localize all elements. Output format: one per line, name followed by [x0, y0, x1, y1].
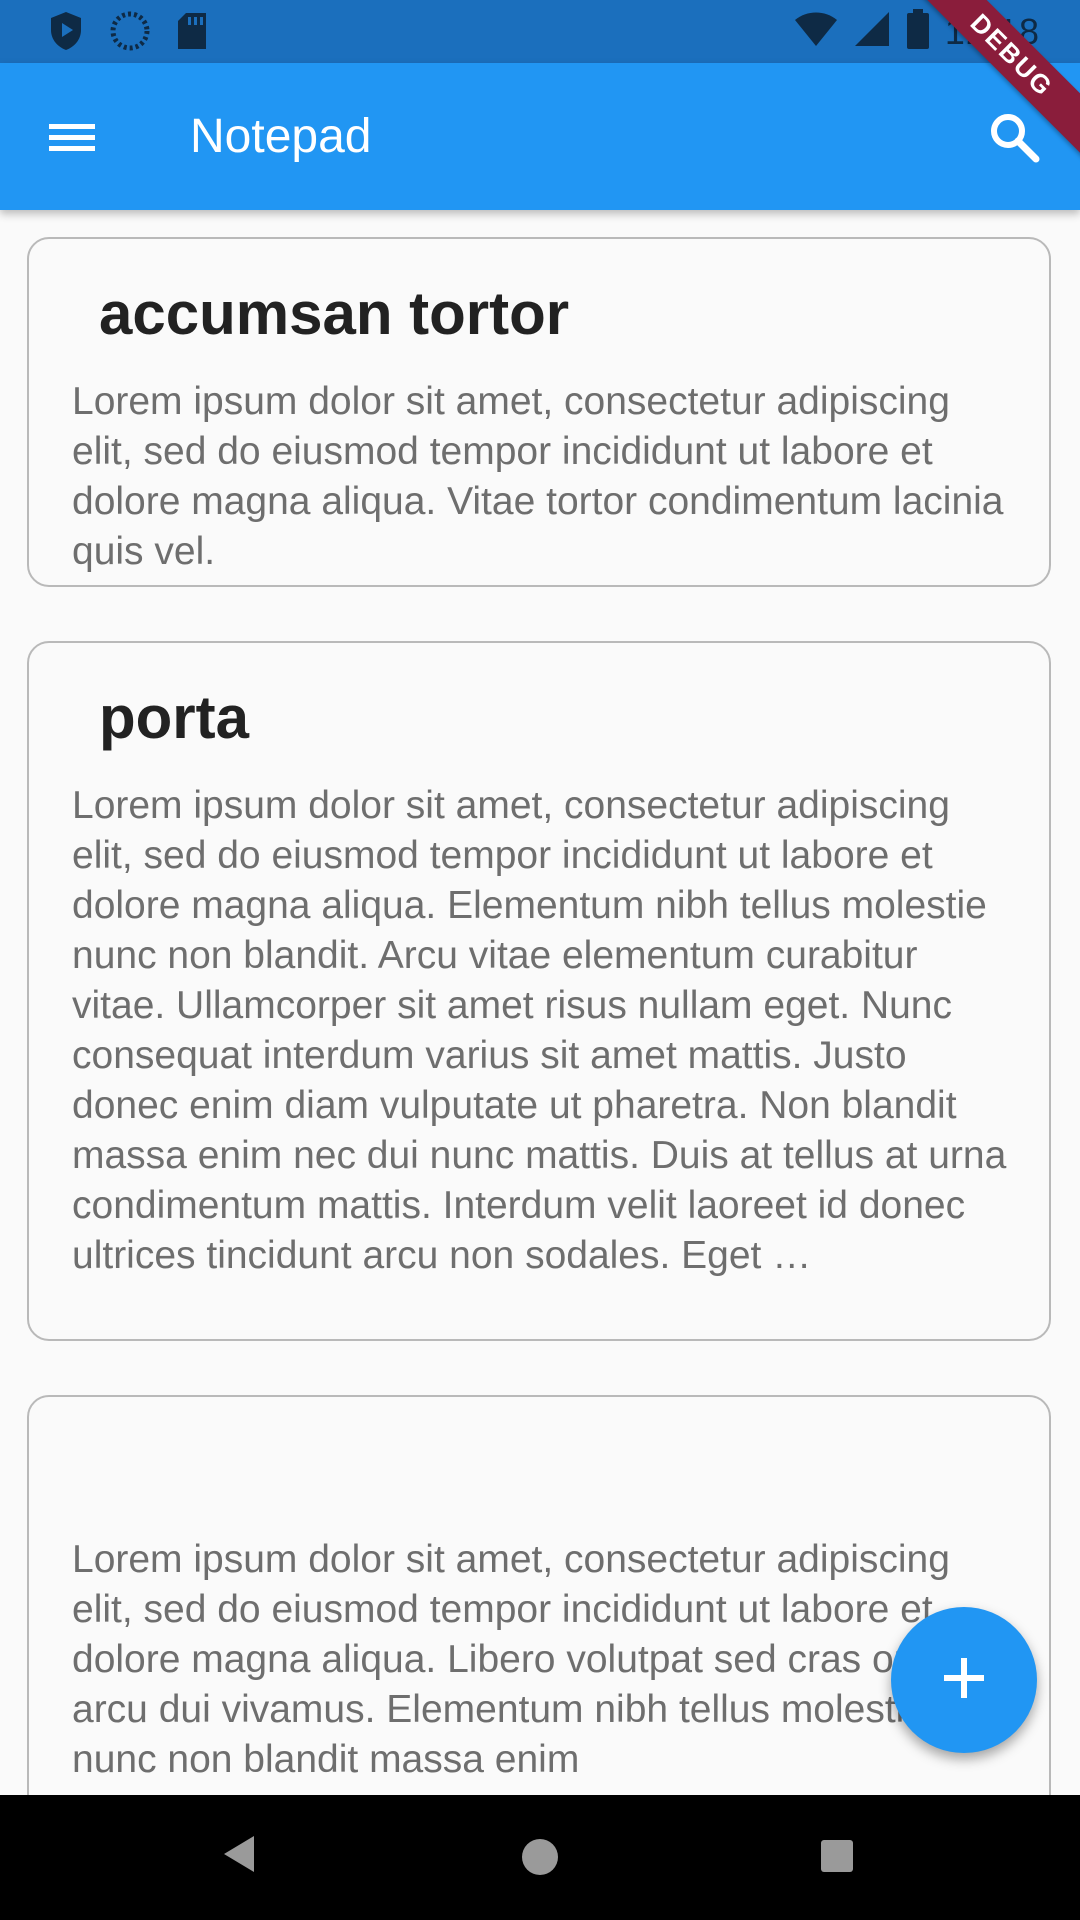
navigation-bar: [0, 1795, 1080, 1920]
search-icon: [982, 114, 1046, 173]
note-body: Lorem ipsum dolor sit amet, consectetur …: [72, 1538, 985, 1781]
add-note-button[interactable]: [891, 1607, 1037, 1753]
sync-icon: [110, 11, 150, 56]
home-icon[interactable]: [522, 1839, 558, 1875]
note-list[interactable]: accumsan tortor Lorem ipsum dolor sit am…: [0, 210, 1080, 1795]
note-title: porta: [99, 684, 249, 751]
back-icon[interactable]: [220, 1833, 256, 1880]
sd-card-icon: [176, 11, 208, 56]
wifi-icon: [793, 10, 839, 53]
note-card[interactable]: accumsan tortor Lorem ipsum dolor sit am…: [27, 237, 1051, 587]
note-body: Lorem ipsum dolor sit amet, consectetur …: [72, 784, 1007, 1277]
shield-icon: [48, 10, 84, 57]
note-title: accumsan tortor: [99, 280, 570, 347]
status-bar: 12:18: [0, 0, 1080, 63]
note-card[interactable]: Lorem ipsum dolor sit amet, consectetur …: [27, 1395, 1051, 1795]
recents-icon[interactable]: [821, 1840, 853, 1872]
app-bar: Notepad: [0, 63, 1080, 210]
app-title: Notepad: [190, 110, 372, 163]
battery-icon: [905, 8, 931, 55]
note-card[interactable]: porta Lorem ipsum dolor sit amet, consec…: [27, 641, 1051, 1341]
menu-icon: [42, 124, 102, 171]
search-button[interactable]: [982, 105, 1046, 169]
note-body: Lorem ipsum dolor sit amet, consectetur …: [72, 380, 1004, 573]
add-icon: [939, 1653, 989, 1708]
note-title: [99, 1437, 1049, 1509]
signal-icon: [853, 10, 891, 53]
menu-button[interactable]: [42, 107, 102, 167]
